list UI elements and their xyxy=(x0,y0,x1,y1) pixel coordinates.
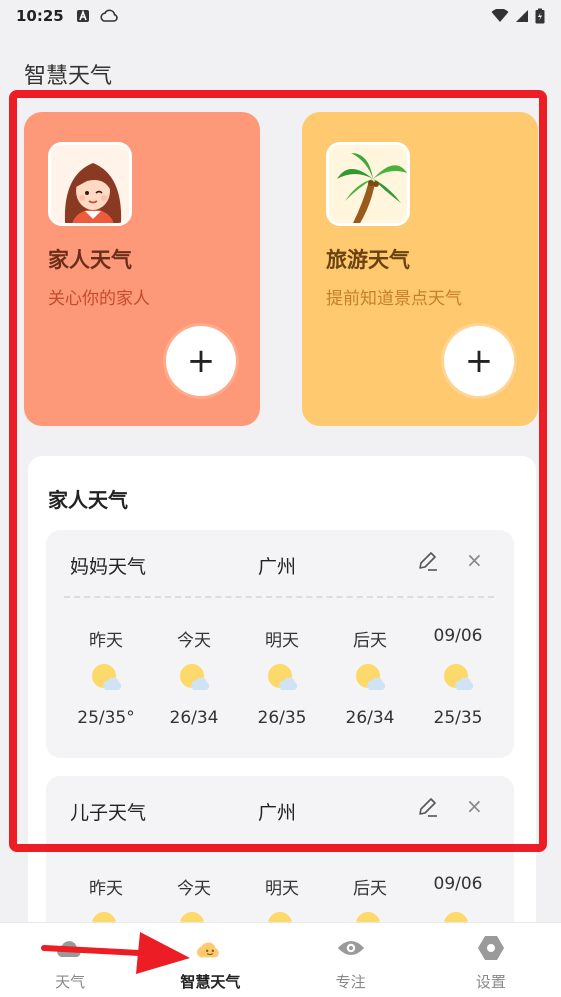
signal-icon xyxy=(516,10,528,22)
forecast-day: 明天 26/35 xyxy=(238,626,326,728)
day-label: 后天 xyxy=(353,879,387,899)
forecast-days: 昨天 今天 明天 后天 09/06 xyxy=(46,874,514,922)
day-label: 明天 xyxy=(265,879,299,899)
sunny-cloudy-icon xyxy=(92,912,116,922)
tab-smart-weather[interactable]: 智慧天气 xyxy=(140,923,280,997)
edit-pencil-icon[interactable] xyxy=(414,548,440,574)
day-label: 今天 xyxy=(177,631,211,651)
page-title: 智慧天气 xyxy=(24,64,113,89)
member-name: 妈妈天气 xyxy=(70,556,147,578)
member-city: 广州 xyxy=(258,802,297,824)
member-card-continued: 昨天 今天 明天 后天 09/06 xyxy=(46,852,514,922)
smart-cloud-icon xyxy=(195,935,225,961)
sunny-cloudy-icon xyxy=(444,664,474,690)
status-time: 10:25 xyxy=(16,7,64,25)
tab-label: 天气 xyxy=(55,973,86,991)
member-card-header: 妈妈天气 广州 × xyxy=(46,530,514,596)
forecast-day: 昨天 xyxy=(62,874,150,922)
settings-icon xyxy=(476,935,506,961)
day-temp: 26/34 xyxy=(345,708,395,728)
sunny-cloudy-icon xyxy=(180,664,210,690)
dashed-divider xyxy=(64,596,494,598)
add-family-button[interactable]: + xyxy=(166,326,236,396)
day-label: 后天 xyxy=(353,631,387,651)
sunny-cloudy-icon xyxy=(356,664,386,690)
forecast-day: 今天 xyxy=(150,874,238,922)
woman-avatar-icon xyxy=(48,142,132,226)
forecast-day: 昨天 25/35° xyxy=(62,626,150,728)
sunny-cloudy-icon xyxy=(444,912,468,922)
status-notification-icons xyxy=(76,8,118,24)
plus-icon: + xyxy=(464,341,494,381)
day-label: 09/06 xyxy=(433,874,483,894)
member-name: 儿子天气 xyxy=(70,802,147,824)
bottom-tab-bar: 天气 智慧天气 专注 设置 xyxy=(0,922,561,997)
close-icon[interactable]: × xyxy=(466,548,483,572)
a-notification-icon xyxy=(76,9,89,22)
family-weather-title: 家人天气 xyxy=(48,248,132,272)
cloud-notification-icon xyxy=(100,9,118,22)
member-city: 广州 xyxy=(258,556,297,578)
sunny-cloudy-icon xyxy=(180,912,204,922)
sunny-cloudy-icon xyxy=(268,664,298,690)
section-title: 家人天气 xyxy=(48,488,128,512)
add-travel-button[interactable]: + xyxy=(444,326,514,396)
forecast-day: 后天 26/34 xyxy=(326,626,414,728)
tab-weather[interactable]: 天气 xyxy=(0,923,140,997)
day-label: 今天 xyxy=(177,879,211,899)
forecast-day: 今天 26/34 xyxy=(150,626,238,728)
travel-weather-subtitle: 提前知道景点天气 xyxy=(326,289,462,309)
forecast-day: 明天 xyxy=(238,874,326,922)
tab-settings[interactable]: 设置 xyxy=(421,923,561,997)
battery-icon xyxy=(535,8,545,24)
day-label: 昨天 xyxy=(89,631,123,651)
sunny-cloudy-icon xyxy=(92,664,122,690)
edit-pencil-icon[interactable] xyxy=(414,794,440,820)
sunny-cloudy-icon xyxy=(356,912,380,922)
day-temp: 26/35 xyxy=(257,708,307,728)
forecast-days: 昨天 25/35° 今天 26/34 明天 26/35 后天 26/34 09/… xyxy=(46,626,514,728)
main-content: 家人天气 关心你的家人 + 旅游天气 提前知道景点天气 + 家人天气 妈妈天气 … xyxy=(22,98,538,928)
tab-focus[interactable]: 专注 xyxy=(281,923,421,997)
forecast-day: 后天 xyxy=(326,874,414,922)
weather-icon xyxy=(55,935,85,961)
day-temp: 25/35° xyxy=(77,708,135,728)
palm-tree-icon xyxy=(326,142,410,226)
day-label: 明天 xyxy=(265,631,299,651)
close-icon[interactable]: × xyxy=(466,794,483,818)
eye-icon xyxy=(336,935,366,961)
tab-label: 专注 xyxy=(335,973,366,991)
travel-weather-title: 旅游天气 xyxy=(326,248,410,272)
tab-label: 智慧天气 xyxy=(180,973,241,991)
plus-icon: + xyxy=(186,341,216,381)
day-label: 昨天 xyxy=(89,879,123,899)
member-card-header: 儿子天气 广州 × xyxy=(46,776,514,842)
family-weather-card[interactable]: 家人天气 关心你的家人 + xyxy=(24,112,260,426)
day-temp: 25/35 xyxy=(433,708,483,728)
day-label: 09/06 xyxy=(433,626,483,646)
member-card[interactable]: 妈妈天气 广州 × 昨天 25/35° 今天 26/34 明天 26/35 后天… xyxy=(46,530,514,758)
sunny-cloudy-icon xyxy=(268,912,292,922)
promo-row: 家人天气 关心你的家人 + 旅游天气 提前知道景点天气 + xyxy=(24,112,538,426)
tab-label: 设置 xyxy=(475,973,506,991)
travel-weather-card[interactable]: 旅游天气 提前知道景点天气 + xyxy=(302,112,538,426)
forecast-day: 09/06 xyxy=(414,874,502,922)
status-bar: 10:25 xyxy=(0,0,561,32)
forecast-day: 09/06 25/35 xyxy=(414,626,502,728)
family-weather-subtitle: 关心你的家人 xyxy=(48,289,150,309)
day-temp: 26/34 xyxy=(169,708,219,728)
status-system-icons xyxy=(491,8,545,24)
wifi-icon xyxy=(491,9,509,22)
